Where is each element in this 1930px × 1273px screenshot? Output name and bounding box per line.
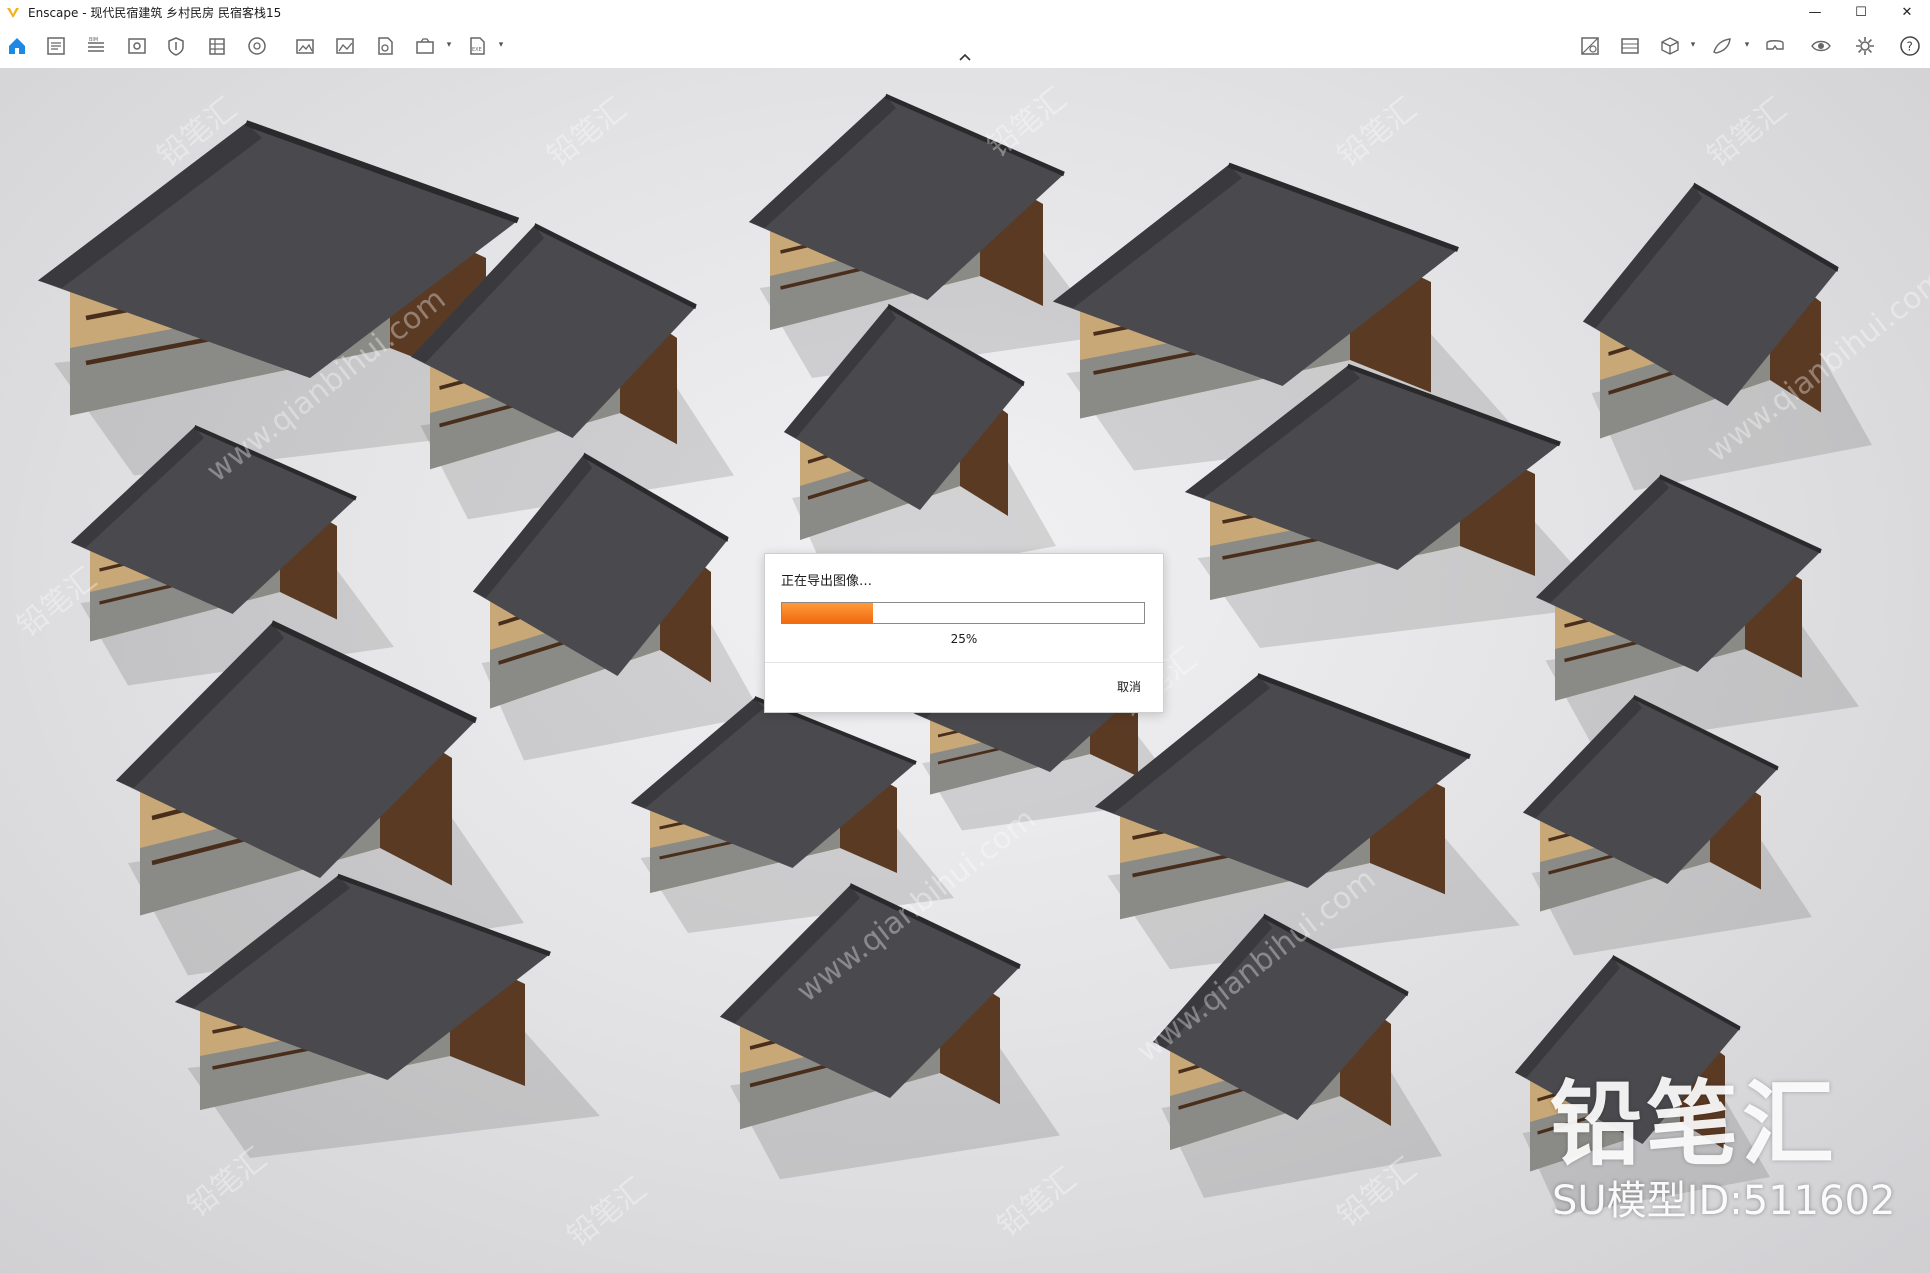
title-bar: Enscape - 现代民宿建筑 乡村民房 民宿客栈15 — ☐ ✕ — [0, 0, 1930, 24]
building-7 — [71, 427, 394, 686]
panorama-icon[interactable] — [244, 33, 270, 59]
export-icon[interactable] — [412, 33, 438, 59]
building-15 — [1523, 697, 1812, 956]
cube-icon[interactable] — [1657, 33, 1683, 59]
dialog-title: 正在导出图像… — [781, 574, 873, 589]
dialog-divider — [765, 662, 1163, 663]
svg-text:?: ? — [1907, 40, 1913, 54]
svg-text:BIM: BIM — [89, 37, 98, 43]
feedback-icon[interactable] — [1709, 33, 1735, 59]
building-14 — [1095, 676, 1520, 970]
building-17 — [720, 886, 1060, 1180]
export-progress-dialog: 正在导出图像… 25% 取消 — [764, 553, 1164, 713]
batch-render-icon[interactable] — [332, 33, 358, 59]
help-icon[interactable]: ? — [1897, 33, 1923, 59]
building-13 — [629, 696, 956, 935]
export-dropdown-chevron-icon[interactable]: ▾ — [444, 38, 454, 52]
views-icon[interactable] — [124, 33, 150, 59]
home-icon[interactable] — [4, 33, 30, 59]
visual-settings-icon[interactable] — [163, 33, 189, 59]
watermark-model-id: SU模型ID:511602 — [1552, 1178, 1896, 1224]
bim-icon[interactable]: BIM — [83, 33, 109, 59]
video-icon[interactable] — [372, 33, 398, 59]
feedback-dropdown-chevron-icon[interactable]: ▾ — [1742, 38, 1752, 52]
watermark-logo: 铅笔汇 — [1550, 1071, 1839, 1178]
asset-library-icon[interactable] — [43, 33, 69, 59]
building-9 — [1536, 477, 1859, 747]
progress-bar-fill — [782, 603, 873, 623]
enscape-logo-icon — [7, 8, 19, 18]
collapse-toolbar-chevron-icon[interactable] — [955, 50, 975, 64]
maximize-icon[interactable]: ☐ — [1838, 0, 1884, 24]
window-title: Enscape - 现代民宿建筑 乡村民房 民宿客栈15 — [28, 5, 282, 20]
material-editor-icon[interactable] — [1577, 33, 1603, 59]
progress-percent: 25% — [950, 632, 978, 646]
objects-icon[interactable] — [204, 33, 230, 59]
rendering-tools-icon[interactable] — [1617, 33, 1643, 59]
settings-icon[interactable] — [1852, 33, 1878, 59]
exe-dropdown-chevron-icon[interactable]: ▾ — [496, 38, 506, 52]
vr-headset-icon[interactable] — [1762, 33, 1788, 59]
svg-text:EXE: EXE — [472, 47, 482, 53]
visibility-icon[interactable] — [1808, 33, 1834, 59]
close-icon[interactable]: ✕ — [1884, 0, 1930, 24]
render-image-icon[interactable] — [292, 33, 318, 59]
progress-bar — [781, 602, 1145, 624]
minimize-icon[interactable]: — — [1792, 0, 1838, 24]
building-4 — [1583, 185, 1872, 491]
window-controls: — ☐ ✕ — [1792, 0, 1930, 24]
cancel-button[interactable]: 取消 — [1117, 678, 1141, 695]
exe-export-icon[interactable]: EXE — [464, 33, 490, 59]
cube-dropdown-chevron-icon[interactable]: ▾ — [1688, 38, 1698, 52]
